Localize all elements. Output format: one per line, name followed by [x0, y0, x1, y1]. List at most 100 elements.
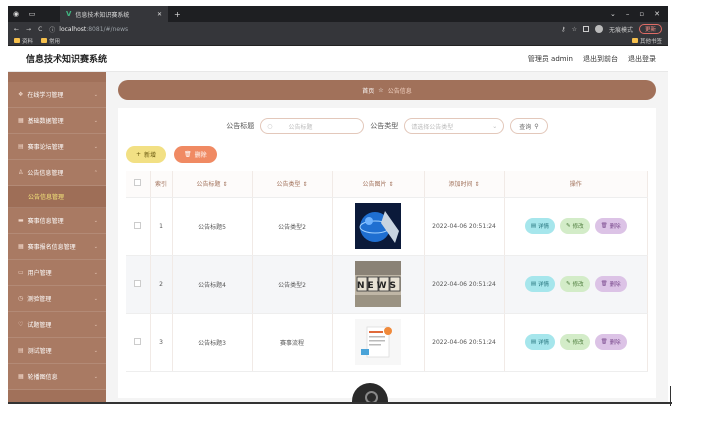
sidebar: ❖ 在线学习管理 ⌄ ▦ 基础数据管理 ⌄ ▤ 赛事论坛管理 ⌄ ♙ 公告信息管理 ⌃ 公告信息…: [8, 72, 106, 403]
row-title: 公告标题3: [172, 313, 253, 372]
document-thumbnail: [355, 319, 401, 365]
reload-icon[interactable]: C: [38, 26, 42, 33]
sidebar-item-event[interactable]: ▬ 赛事信息管理 ⌄: [8, 208, 106, 234]
delete-button[interactable]: 🗑 删除: [594, 276, 627, 292]
view-button[interactable]: ▤ 详情: [524, 276, 556, 292]
sort-icon: ⇕: [222, 181, 228, 189]
row-type: 赛事流程: [252, 313, 333, 372]
chevron-down-icon: ⌄: [93, 91, 98, 98]
delete-button[interactable]: 🗑 删除: [594, 218, 627, 234]
row-checkbox[interactable]: [134, 221, 142, 229]
sidebar-item-questions[interactable]: ♡ 试题管理 ⌄: [8, 312, 106, 338]
tab-list-icon[interactable]: ▭: [24, 10, 40, 18]
notice-table: 索引 公告标题 ⇕ 公告类型 ⇕ 公告图片 ⇕ 添加时间 ⇕ 操作 1 公告标题…: [126, 171, 648, 372]
star-icon: ☆: [378, 86, 384, 94]
bookmark-item[interactable]: 资料: [14, 37, 33, 45]
browser-menu-icon[interactable]: ◉: [8, 10, 24, 18]
sidebar-item-notice[interactable]: ♙ 公告信息管理 ⌃: [8, 160, 106, 186]
row-time: 2022-04-06 20:51:24: [424, 313, 505, 372]
chevron-down-icon: ⌄: [93, 373, 98, 380]
new-tab-icon[interactable]: +: [174, 10, 181, 19]
edit-button[interactable]: ✎ 修改: [560, 276, 590, 292]
trash-icon: 🗑: [184, 151, 192, 158]
col-title[interactable]: 公告标题 ⇕: [172, 171, 253, 198]
sidebar-item-registration[interactable]: ▦ 赛事报名信息管理 ⌄: [8, 234, 106, 260]
browser-tabbar: ◉ ▭ V 信息技术知识赛系统 ✕ + ⌄ – ▫ ✕: [8, 6, 668, 22]
sidebar-item-users[interactable]: ▭ 用户管理 ⌄: [8, 260, 106, 286]
chevron-down-icon: ⌄: [93, 143, 98, 150]
minimize-icon[interactable]: –: [626, 10, 630, 18]
delete-button[interactable]: 🗑 删除: [594, 334, 627, 350]
sidebar-item-basic-data[interactable]: ▦ 基础数据管理 ⌄: [8, 108, 106, 134]
edit-button[interactable]: ✎ 修改: [560, 334, 590, 350]
trash-icon: 🗑: [600, 281, 608, 287]
other-bookmarks[interactable]: 其他书签: [631, 37, 662, 45]
close-window-icon[interactable]: ✕: [654, 10, 660, 18]
chevron-down-icon[interactable]: ⌄: [610, 10, 616, 18]
batch-delete-button[interactable]: 🗑 删除: [174, 146, 217, 163]
row-title: 公告标题4: [172, 255, 253, 314]
add-button[interactable]: + 新增: [126, 146, 167, 163]
chevron-down-icon: ⌄: [93, 243, 98, 250]
news-text: NEWS: [357, 281, 399, 291]
news-thumbnail: NEWS: [355, 261, 401, 307]
view-button[interactable]: ▤ 详情: [524, 334, 556, 350]
sort-icon: ⇕: [474, 181, 480, 189]
type-select[interactable]: 请选择公告类型 ⌄: [404, 118, 505, 134]
chevron-down-icon: ⌄: [93, 117, 98, 124]
menu-icon: ▤: [18, 143, 24, 150]
trash-icon: 🗑: [600, 223, 608, 229]
row-time: 2022-04-06 20:51:24: [424, 255, 505, 314]
bookmark-item[interactable]: 常用: [41, 37, 60, 45]
table-row: 3 公告标题3 赛事流程 2022-04-06 20:51:24 ▤ 详情 ✎ …: [126, 313, 648, 372]
sidebar-item-forum[interactable]: ▤ 赛事论坛管理 ⌄: [8, 134, 106, 160]
sidebar-item-tests[interactable]: ▤ 测试管理 ⌄: [8, 338, 106, 364]
content-area: 首页 ☆ 公告信息 公告标题 ○ 公告标题 公告类型 请选择公告类型 ⌄ 查询 …: [106, 72, 668, 403]
url-field[interactable]: ⓘ localhost:8081/#/news: [49, 25, 554, 34]
logout-link[interactable]: 退出登录: [628, 54, 656, 64]
breadcrumb: 首页 ☆ 公告信息: [118, 80, 656, 100]
menu-icon: ♙: [18, 169, 24, 176]
address-bar: ← → C ⓘ localhost:8081/#/news ⚷ ☆ 无痕模式 更…: [8, 22, 668, 36]
update-button[interactable]: 更新: [638, 24, 662, 34]
bookmarks-bar: 资料 常用 其他书签: [8, 36, 668, 46]
forward-icon[interactable]: →: [26, 26, 31, 33]
select-all-checkbox[interactable]: [134, 179, 142, 187]
col-type[interactable]: 公告类型 ⇕: [252, 171, 333, 198]
menu-icon: ▬: [18, 217, 24, 224]
maximize-icon[interactable]: ▫: [639, 10, 644, 18]
row-checkbox[interactable]: [134, 279, 142, 287]
table-header-row: 索引 公告标题 ⇕ 公告类型 ⇕ 公告图片 ⇕ 添加时间 ⇕ 操作: [126, 171, 648, 198]
sidepanel-icon[interactable]: [582, 26, 589, 32]
folder-icon: [41, 38, 48, 43]
close-tab-icon[interactable]: ✕: [157, 11, 162, 18]
row-title: 公告标题5: [172, 197, 253, 256]
back-icon[interactable]: ←: [14, 26, 19, 33]
row-checkbox[interactable]: [134, 337, 142, 345]
browser-window: ◉ ▭ V 信息技术知识赛系统 ✕ + ⌄ – ▫ ✕ ← → C ⓘ loca…: [8, 6, 668, 403]
row-type: 公告类型2: [252, 197, 333, 256]
divider: [8, 402, 672, 404]
row-index: 2: [150, 255, 173, 314]
col-time[interactable]: 添加时间 ⇕: [424, 171, 505, 198]
back-to-front-link[interactable]: 退出到前台: [583, 54, 618, 64]
folder-icon: [14, 38, 20, 43]
query-button[interactable]: 查询 ⚲: [510, 118, 548, 134]
browser-tab[interactable]: V 信息技术知识赛系统 ✕: [60, 6, 168, 22]
row-time: 2022-04-06 20:51:24: [424, 197, 505, 256]
star-icon[interactable]: ☆: [572, 26, 577, 33]
breadcrumb-home[interactable]: 首页: [362, 86, 374, 95]
chevron-down-icon: ⌄: [93, 347, 98, 354]
col-image[interactable]: 公告图片 ⇕: [332, 171, 425, 198]
title-search-input[interactable]: ○ 公告标题: [260, 118, 365, 134]
sidebar-item-study[interactable]: ❖ 在线学习管理 ⌄: [8, 82, 106, 108]
sidebar-item-quiz[interactable]: ◷ 测验管理 ⌄: [8, 286, 106, 312]
edit-button[interactable]: ✎ 修改: [560, 218, 590, 234]
key-icon[interactable]: ⚷: [561, 26, 565, 33]
view-button[interactable]: ▤ 详情: [524, 218, 556, 234]
sidebar-subitem-notice[interactable]: 公告信息管理: [8, 186, 106, 208]
sidebar-item-carousel[interactable]: ▦ 轮播图信息 ⌄: [8, 364, 106, 390]
url-host: localhost: [59, 25, 87, 33]
menu-icon: ▦: [18, 117, 24, 124]
doc-icon: ▤: [530, 339, 537, 345]
